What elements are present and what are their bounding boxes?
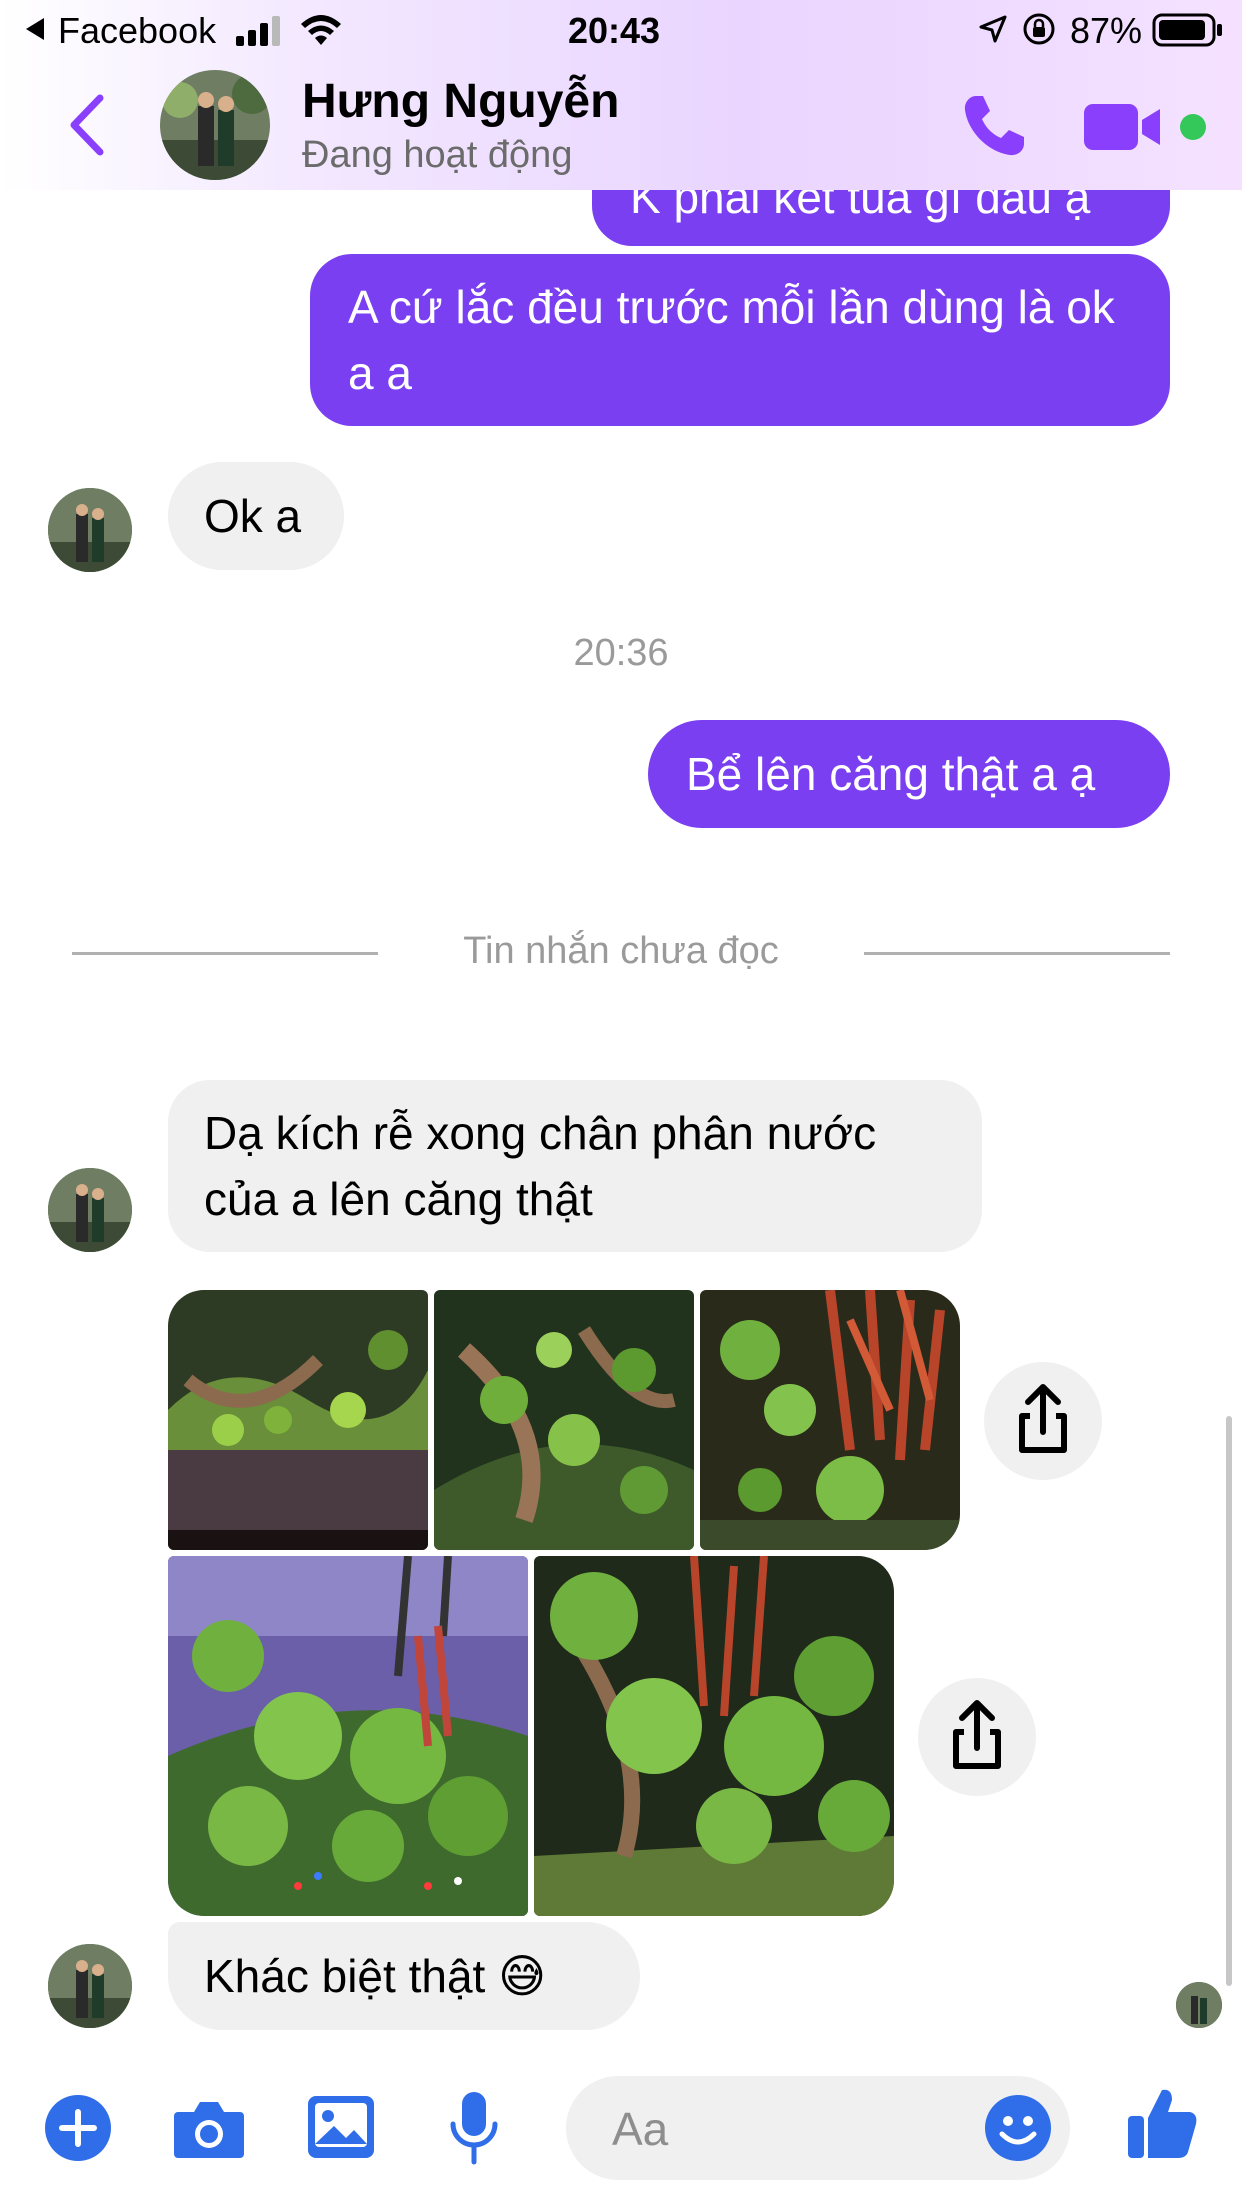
scrollbar[interactable] [1226, 1416, 1232, 1986]
share-icon [953, 1700, 1001, 1769]
wifi-icon [298, 12, 344, 51]
share-button[interactable] [918, 1678, 1036, 1796]
contact-name[interactable]: Hưng Nguyễn [302, 74, 619, 129]
contact-avatar[interactable] [160, 70, 270, 180]
thumbs-up-icon[interactable] [1126, 2084, 1200, 2165]
message-input[interactable]: Aa [566, 2076, 1070, 2180]
message-input-placeholder: Aa [612, 2103, 669, 2155]
back-chevron-icon[interactable] [66, 94, 106, 161]
online-indicator [1180, 114, 1206, 140]
aquarium-photo[interactable] [168, 1290, 428, 1550]
back-app-label[interactable]: Facebook [58, 10, 216, 52]
location-icon [978, 14, 1008, 49]
message-incoming[interactable]: Dạ kích rễ xong chân phân nước của a lên… [168, 1080, 982, 1252]
battery-icon [1152, 12, 1224, 53]
sender-avatar[interactable] [48, 1168, 132, 1252]
signal-icon [234, 14, 286, 51]
message-outgoing[interactable]: A cứ lắc đều trước mỗi lần dùng là ok a … [310, 254, 1170, 426]
gallery-icon[interactable] [306, 2094, 376, 2165]
microphone-icon[interactable] [448, 2090, 500, 2171]
active-status: Đang hoạt động [302, 134, 573, 176]
message-incoming[interactable]: Khác biệt thật 😅 [168, 1922, 640, 2030]
unread-divider-label: Tin nhắn chưa đọc [463, 930, 779, 972]
battery-percent: 87% [1070, 10, 1143, 51]
header-bar: Facebook 20:43 87% Hưng Nguyễn Đang hoạt… [0, 0, 1242, 190]
message-text: Khác biệt thật [204, 1950, 486, 2002]
back-to-app-icon[interactable] [22, 16, 46, 47]
emoji-icon[interactable] [984, 2094, 1052, 2167]
aquarium-photo[interactable] [434, 1290, 694, 1550]
sender-avatar[interactable] [48, 1944, 132, 2028]
sweat-smile-emoji: 😅 [498, 1950, 547, 2002]
sender-avatar[interactable] [48, 488, 132, 572]
read-receipt-avatar [1176, 1982, 1222, 2028]
aquarium-photo[interactable] [168, 1556, 528, 1916]
orientation-lock-icon [1022, 12, 1056, 51]
divider-line-right [864, 952, 1170, 955]
camera-icon[interactable] [172, 2096, 246, 2165]
plus-icon[interactable] [44, 2094, 112, 2167]
message-incoming[interactable]: Ok a [168, 462, 344, 570]
phone-call-icon[interactable] [958, 90, 1030, 167]
clock: 20:43 [568, 10, 661, 51]
share-button[interactable] [984, 1362, 1102, 1480]
message-outgoing[interactable]: Bể lên căng thật a ạ [648, 720, 1170, 828]
aquarium-photo[interactable] [534, 1556, 894, 1916]
aquarium-photo[interactable] [700, 1290, 960, 1550]
share-icon [1019, 1384, 1067, 1453]
video-call-icon[interactable] [1082, 100, 1164, 159]
timestamp-divider: 20:36 [573, 632, 669, 674]
divider-line-left [72, 952, 378, 955]
